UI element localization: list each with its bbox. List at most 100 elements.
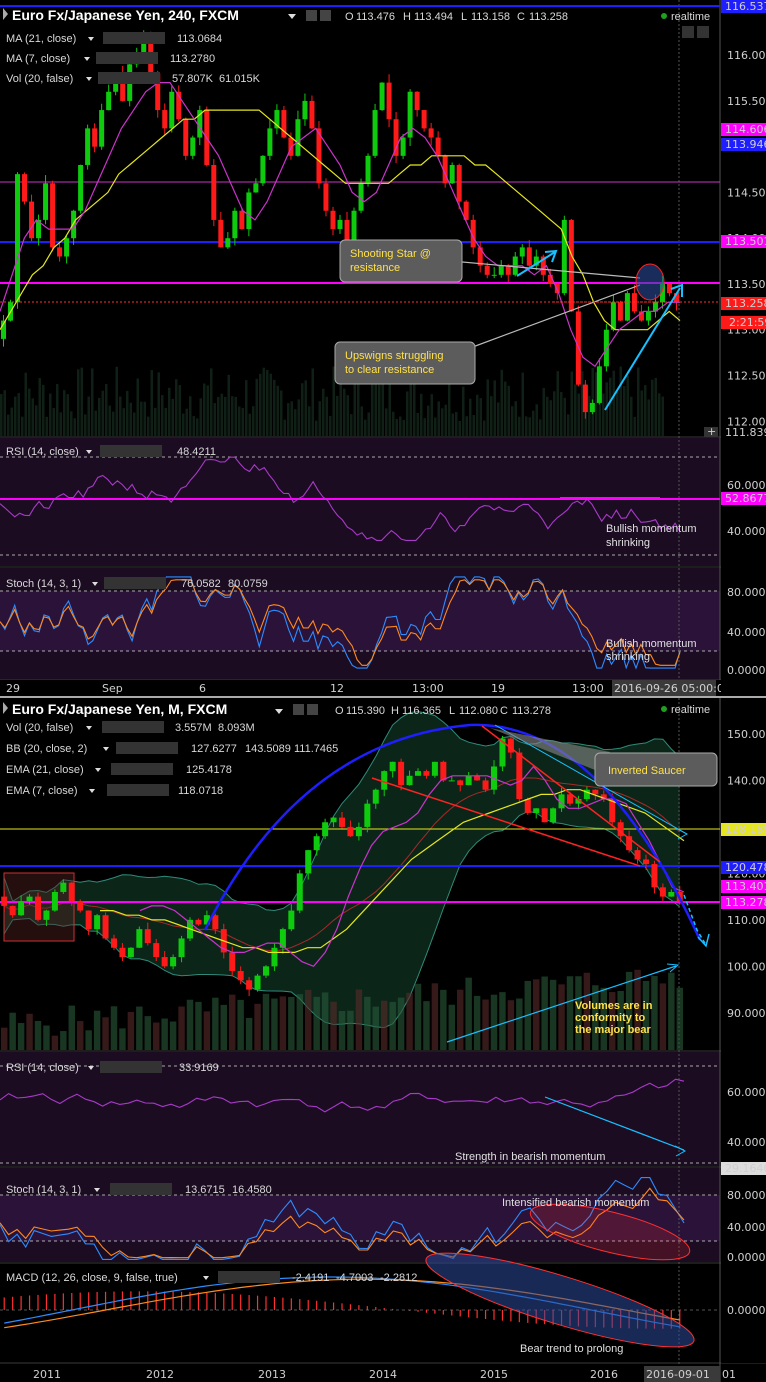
candle [456, 164, 462, 202]
volume-bar [346, 395, 349, 436]
volume-bar [77, 369, 80, 436]
candle [400, 137, 406, 156]
svg-text:13.6715: 13.6715 [185, 1184, 225, 1196]
svg-text:-2.2812: -2.2812 [380, 1272, 417, 1284]
svg-text:33.9169: 33.9169 [179, 1062, 219, 1074]
bb-legend[interactable]: BB (20, close, 2) [6, 743, 87, 755]
volume-bar [42, 384, 45, 436]
volumes-note: Volumes are in conformity to the major bea… [575, 1000, 653, 1036]
volume-bar [329, 416, 332, 436]
candle [358, 183, 364, 211]
volume-bar [98, 397, 101, 436]
volume-bar [122, 408, 125, 436]
volume-bar [297, 399, 300, 436]
x-tick: 2011 [33, 1368, 61, 1381]
settings-icon[interactable] [293, 704, 304, 715]
stoch-tick: 40.0000 [727, 1221, 766, 1234]
down-arrow-button[interactable] [682, 26, 694, 38]
volume-bar [574, 384, 577, 436]
candle [9, 905, 16, 916]
volume-bar [14, 396, 17, 436]
candle [195, 919, 202, 925]
volume-bar [203, 1011, 211, 1050]
volume-bar [70, 411, 73, 436]
volume-bar [169, 1021, 177, 1050]
candle [428, 128, 434, 138]
stoch-legend[interactable]: Stoch (14, 3, 1) [6, 1184, 81, 1196]
candle [169, 91, 175, 129]
stoch-tick: 0.0000 [727, 1251, 766, 1264]
volume-bar [126, 390, 129, 436]
volume-bar [640, 390, 643, 436]
volume-bar [175, 379, 178, 436]
volume-bar [566, 976, 574, 1050]
volume-bar [110, 1006, 118, 1050]
x-tick: 13:00 [572, 682, 604, 695]
macd-legend[interactable]: MACD (12, 26, close, 9, false, true) [6, 1272, 178, 1284]
volume-bar [372, 1006, 379, 1050]
volume-bar [500, 369, 503, 436]
volume-bar [185, 408, 188, 436]
x-tick: 2013 [258, 1368, 286, 1381]
vol-legend[interactable]: Vol (20, false) [6, 73, 73, 85]
volume-bar [626, 375, 629, 436]
volume-bar [220, 1004, 227, 1050]
candle [51, 891, 58, 911]
candle [596, 366, 602, 403]
ema21-legend[interactable]: EMA (21, close) [6, 764, 84, 776]
price-tick: 110.0000 [727, 914, 766, 927]
stoch-legend[interactable]: Stoch (14, 3, 1) [6, 578, 81, 590]
ma21-legend[interactable]: MA (21, close) [6, 33, 76, 45]
price-tick: 112.500 [727, 369, 766, 382]
volume-bar [448, 1004, 455, 1050]
volume-bar [437, 401, 440, 436]
gear-icon[interactable] [320, 10, 331, 21]
volume-bar [451, 413, 454, 436]
volume-bar [644, 385, 647, 436]
volume-bar [308, 406, 311, 436]
candle [170, 957, 177, 967]
svg-text:116.365: 116.365 [402, 705, 441, 717]
rsi-legend[interactable]: RSI (14, close) [6, 446, 79, 458]
settings-icon[interactable] [306, 10, 317, 21]
rsi-legend[interactable]: RSI (14, close) [6, 1062, 79, 1074]
svg-text:48.4211: 48.4211 [177, 446, 216, 458]
volume-bar [676, 987, 683, 1050]
volume-bar [311, 368, 314, 436]
candle [144, 929, 151, 944]
volume-bar [637, 367, 640, 436]
volume-bar [199, 398, 202, 436]
volume-bar [9, 1012, 16, 1050]
candle [288, 910, 295, 930]
grid-button[interactable] [697, 26, 709, 38]
vol-legend[interactable]: Vol (20, false) [6, 722, 73, 734]
volume-bar [325, 396, 328, 436]
volume-bar [336, 395, 339, 436]
gear-icon[interactable] [307, 704, 318, 715]
volume-bar [427, 405, 430, 436]
volume-bar [389, 1001, 396, 1050]
candle [386, 82, 392, 120]
svg-text:111.7465: 111.7465 [294, 743, 338, 755]
volume-bar [287, 403, 290, 436]
upswings-callout [334, 341, 476, 385]
candle [1, 896, 8, 906]
stoch-tick: 0.0000 [727, 664, 766, 677]
ema7-legend[interactable]: EMA (7, close) [6, 785, 78, 797]
candle [60, 882, 67, 892]
inverted-saucer-note: Inverted Saucer [608, 765, 686, 777]
candle [457, 780, 464, 786]
stoch-tick: 80.0000 [727, 1189, 766, 1202]
volume-bar [73, 418, 76, 436]
svg-text:L: L [449, 705, 455, 717]
candle [295, 119, 301, 156]
svg-text:16.4580: 16.4580 [232, 1184, 272, 1196]
bottom-title[interactable]: Euro Fx/Japanese Yen, M, FXCM [12, 701, 227, 717]
volume-bar [266, 370, 269, 436]
candle [330, 210, 336, 230]
stoch-tick: 80.0000 [727, 586, 766, 599]
volume-bar [397, 997, 405, 1050]
ma7-legend[interactable]: MA (7, close) [6, 53, 70, 65]
top-title[interactable]: Euro Fx/Japanese Yen, 240, FXCM [12, 7, 239, 23]
volume-bar [227, 374, 230, 436]
